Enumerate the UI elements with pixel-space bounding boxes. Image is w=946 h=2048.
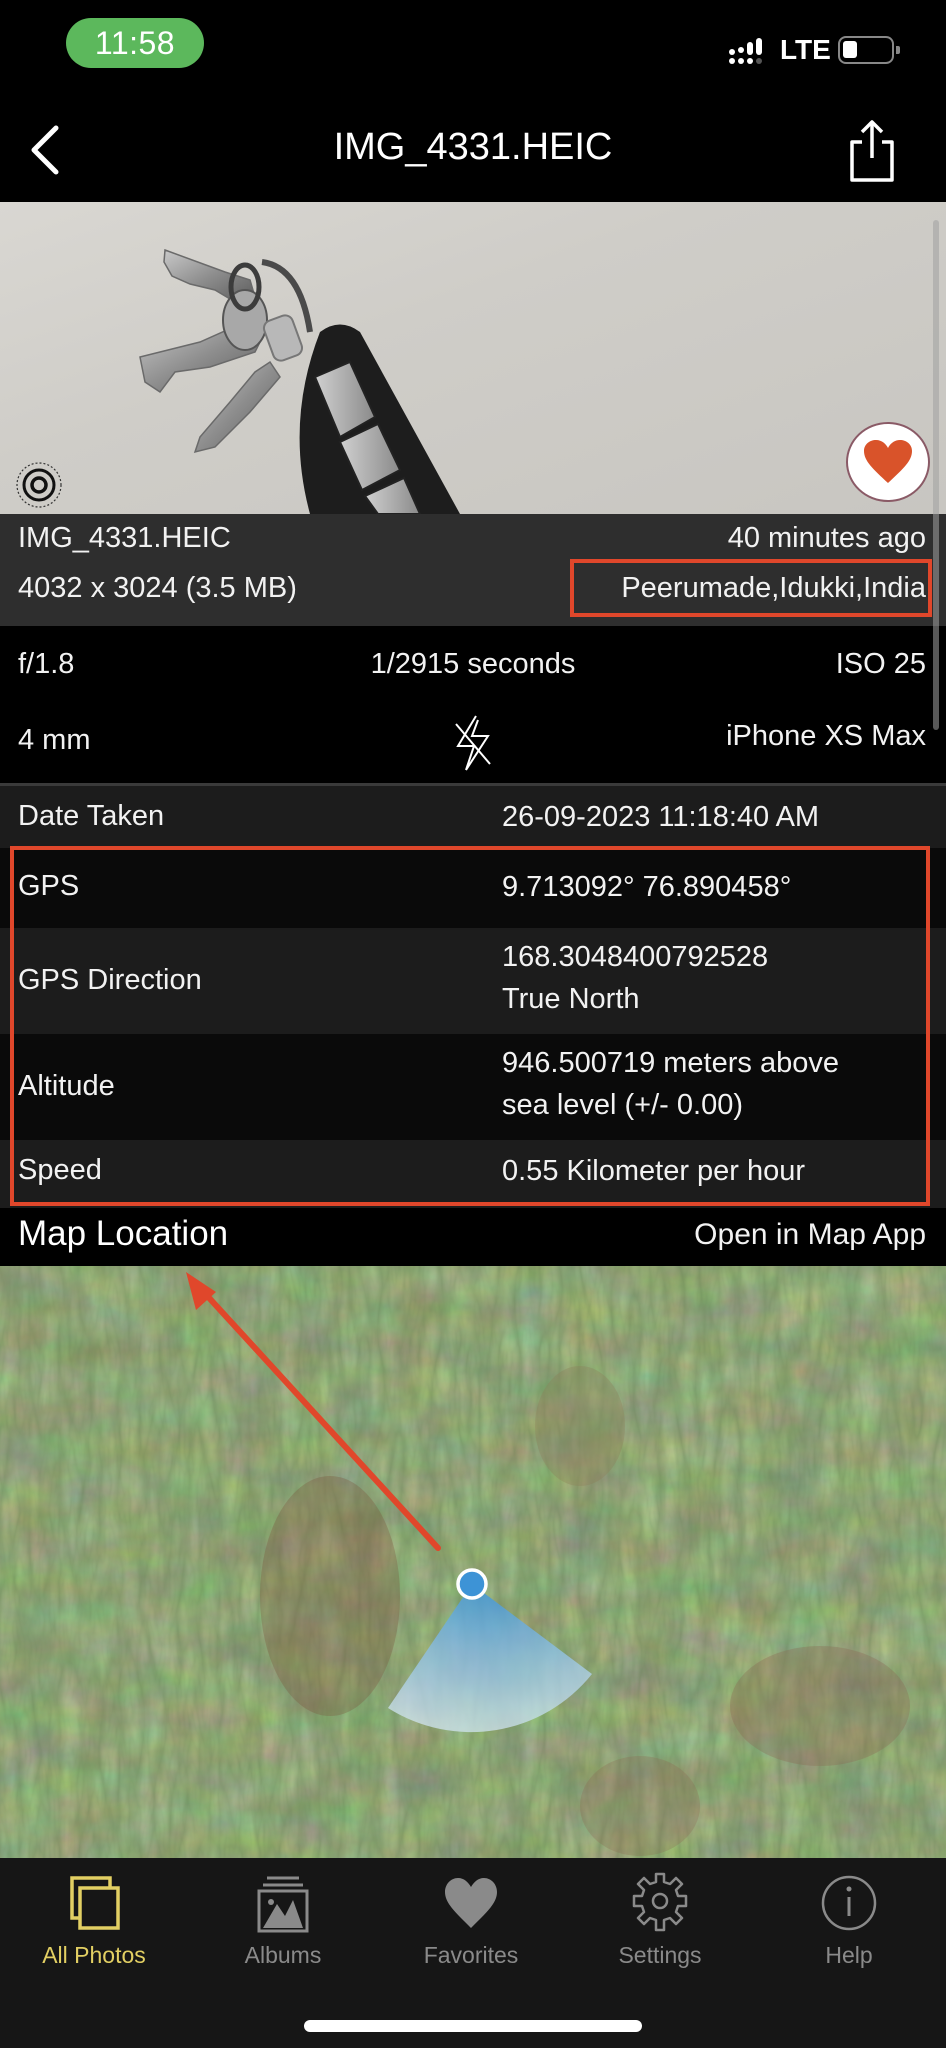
flash-off-icon bbox=[455, 715, 491, 771]
image-dimensions: 4032 x 3024 (3.5 MB) bbox=[18, 572, 297, 604]
tab-label: Albums bbox=[244, 1942, 322, 1968]
map-section-title: Map Location bbox=[18, 1214, 229, 1253]
photos-stack-icon bbox=[70, 1876, 120, 1930]
tab-favorites[interactable]: Favorites bbox=[396, 1872, 546, 1982]
favorite-button[interactable] bbox=[846, 422, 930, 502]
detail-row-gps-direction: GPS Direction 168.3048400792528 True Nor… bbox=[0, 928, 946, 1034]
tab-all-photos[interactable]: All Photos bbox=[19, 1872, 169, 1982]
albums-icon bbox=[257, 1876, 309, 1933]
detail-row-altitude: Altitude 946.500719 meters above sea lev… bbox=[0, 1034, 946, 1140]
detail-row-speed: Speed 0.55 Kilometer per hour bbox=[0, 1140, 946, 1208]
map-canvas bbox=[0, 1266, 946, 1858]
battery-icon bbox=[838, 36, 900, 64]
tab-albums[interactable]: Albums bbox=[208, 1872, 358, 1982]
photo-info-overlay: IMG_4331.HEIC 40 minutes ago 4032 x 3024… bbox=[0, 514, 946, 626]
share-button[interactable] bbox=[842, 118, 902, 184]
page-title: IMG_4331.HEIC bbox=[333, 126, 613, 168]
tab-settings[interactable]: Settings bbox=[585, 1872, 735, 1982]
detail-value[interactable]: 9.713092° 76.890458° bbox=[502, 866, 791, 908]
map-section-header: Map Location Open in Map App bbox=[0, 1208, 946, 1266]
detail-value-line2: sea level (+/- 0.00) bbox=[502, 1089, 743, 1121]
details-table: Date Taken 26-09-2023 11:18:40 AM GPS 9.… bbox=[0, 786, 946, 1208]
info-icon bbox=[821, 1875, 877, 1931]
detail-value: 26-09-2023 11:18:40 AM bbox=[502, 801, 820, 833]
iso-value: ISO 25 bbox=[835, 648, 926, 680]
detail-row-gps: GPS 9.713092° 76.890458° bbox=[0, 848, 946, 928]
gear-icon bbox=[632, 1872, 688, 1932]
satellite-map[interactable] bbox=[0, 1266, 946, 1858]
detail-value: 0.55 Kilometer per hour bbox=[502, 1155, 806, 1187]
detail-label: Altitude bbox=[18, 1070, 115, 1102]
shutter-speed-value: 1/2915 seconds bbox=[370, 648, 576, 680]
detail-value: 946.500719 meters above bbox=[502, 1047, 839, 1079]
camera-model: iPhone XS Max bbox=[726, 720, 926, 752]
heart-icon bbox=[864, 440, 912, 483]
detail-label: GPS Direction bbox=[18, 964, 202, 996]
detail-label: GPS bbox=[18, 870, 80, 902]
status-time: 11:58 bbox=[66, 18, 204, 68]
tab-label: All Photos bbox=[42, 1942, 146, 1968]
detail-value: 168.3048400792528 bbox=[502, 941, 769, 973]
focal-length-value: 4 mm bbox=[18, 724, 91, 756]
signal-icon bbox=[729, 38, 762, 64]
photo-image bbox=[139, 248, 460, 514]
home-indicator[interactable] bbox=[304, 2020, 642, 2032]
open-in-map-app-link[interactable]: Open in Map App bbox=[694, 1218, 926, 1252]
relative-time: 40 minutes ago bbox=[727, 522, 926, 554]
photo-location[interactable]: Peerumade,Idukki,India bbox=[621, 572, 926, 605]
tab-label: Favorites bbox=[423, 1942, 519, 1968]
detail-label: Speed bbox=[18, 1154, 102, 1186]
live-photo-icon[interactable] bbox=[14, 460, 64, 510]
tab-label: Help bbox=[825, 1942, 873, 1968]
scrollbar[interactable] bbox=[933, 220, 939, 730]
detail-label: Date Taken bbox=[18, 800, 165, 832]
tab-help[interactable]: Help bbox=[774, 1872, 924, 1982]
file-name: IMG_4331.HEIC bbox=[18, 522, 231, 554]
navigation-bar: IMG_4331.HEIC bbox=[0, 100, 946, 200]
network-type: LTE bbox=[780, 34, 831, 65]
heart-icon bbox=[445, 1878, 497, 1928]
photo-preview[interactable] bbox=[0, 202, 946, 514]
status-bar: 11:58 LTE bbox=[0, 0, 946, 90]
exif-summary: f/1.8 1/2915 seconds ISO 25 4 mm iPhone … bbox=[0, 626, 946, 786]
detail-row-date-taken: Date Taken 26-09-2023 11:18:40 AM bbox=[0, 786, 946, 848]
location-pin bbox=[456, 1568, 488, 1600]
tab-label: Settings bbox=[618, 1942, 702, 1968]
detail-value-line2: True North bbox=[502, 983, 640, 1015]
